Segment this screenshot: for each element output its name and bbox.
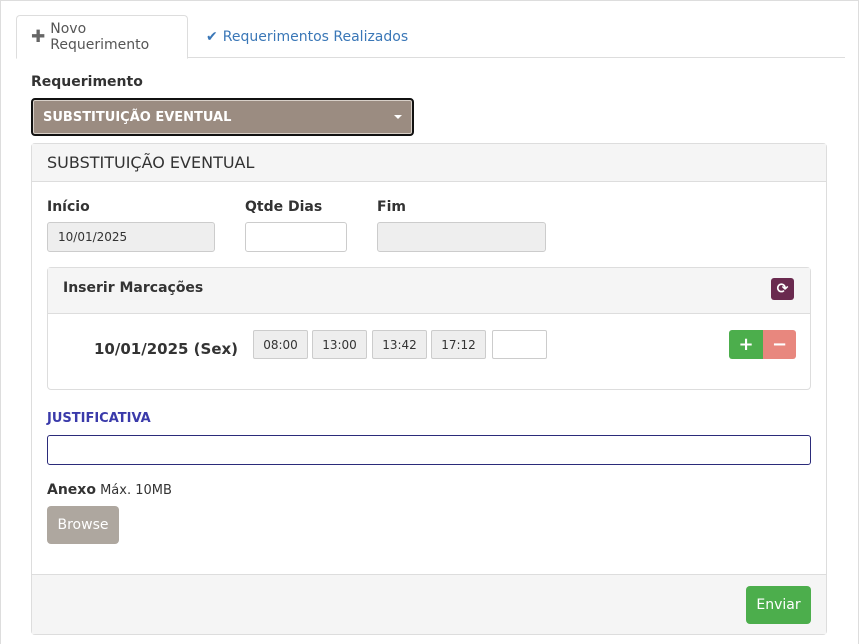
enviar-button[interactable]: Enviar	[746, 586, 811, 624]
check-icon: ✔	[206, 28, 218, 45]
plus-icon: +	[738, 334, 754, 355]
fim-field	[377, 222, 546, 252]
panel-title: SUBSTITUIÇÃO EVENTUAL	[32, 144, 826, 182]
tab-novo-requerimento[interactable]: ✚ Novo Requerimento	[16, 15, 188, 59]
time-field[interactable]: 13:42	[372, 330, 427, 359]
inicio-label: Início	[47, 199, 90, 215]
fim-label: Fim	[377, 199, 406, 215]
marcacoes-title: Inserir Marcações	[63, 280, 204, 296]
tab-label: Requerimentos Realizados	[222, 28, 409, 45]
inicio-field: 10/01/2025	[47, 222, 215, 252]
qtde-dias-label: Qtde Dias	[245, 199, 323, 215]
caret-down-icon	[394, 115, 402, 119]
time-field[interactable]: 17:12	[431, 330, 486, 359]
browse-button[interactable]: Browse	[47, 506, 119, 544]
tab-bar: ✚ Novo Requerimento ✔ Requerimentos Real…	[16, 15, 845, 59]
time-field[interactable]: 13:00	[312, 330, 367, 359]
requerimento-label: Requerimento	[31, 74, 143, 90]
anexo-label: Anexo	[47, 482, 96, 498]
anexo-hint: Máx. 10MB	[100, 483, 172, 498]
tab-label: Novo Requerimento	[50, 21, 150, 53]
plus-icon: ✚	[31, 27, 46, 47]
requerimento-select[interactable]: SUBSTITUIÇÃO EVENTUAL	[31, 98, 414, 136]
anexo-row: Anexo Máx. 10MB	[47, 482, 172, 498]
requerimento-selected-value: SUBSTITUIÇÃO EVENTUAL	[43, 109, 232, 125]
marcacoes-panel: Inserir Marcações ⟳ 10/01/2025 (Sex) 08:…	[47, 267, 811, 390]
tab-requerimentos-realizados[interactable]: ✔ Requerimentos Realizados	[192, 15, 422, 58]
panel-footer	[32, 574, 826, 634]
marcacao-date: 10/01/2025 (Sex)	[94, 340, 239, 358]
justificativa-field[interactable]	[47, 435, 811, 465]
new-time-field[interactable]	[492, 330, 547, 359]
add-marcacao-button[interactable]: +	[729, 330, 763, 359]
qtde-dias-field[interactable]	[245, 222, 347, 252]
justificativa-label: JUSTIFICATIVA	[47, 411, 151, 426]
remove-marcacao-button[interactable]: −	[763, 330, 796, 359]
time-field[interactable]: 08:00	[253, 330, 308, 359]
minus-icon: −	[771, 334, 788, 355]
refresh-icon[interactable]: ⟳	[771, 278, 794, 300]
marcacoes-header: Inserir Marcações ⟳	[48, 268, 810, 314]
